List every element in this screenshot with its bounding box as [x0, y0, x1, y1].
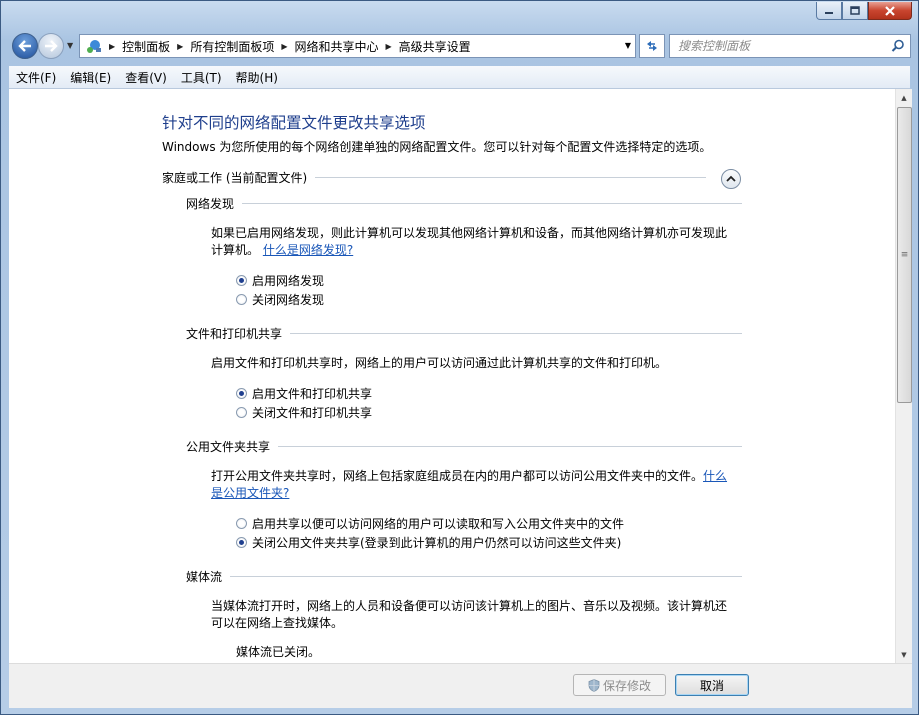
back-arrow-icon — [18, 40, 31, 52]
radio-enable-file-printer[interactable]: 启用文件和打印机共享 — [236, 385, 372, 402]
menu-file[interactable]: 文件(F) — [9, 69, 63, 86]
search-box[interactable] — [669, 34, 911, 58]
close-icon — [885, 5, 895, 16]
menu-bar: 文件(F) 编辑(E) 查看(V) 工具(T) 帮助(H) — [9, 66, 910, 89]
radio-label: 关闭公用文件夹共享(登录到此计算机的用户仍然可以访问这些文件夹) — [252, 536, 622, 550]
media-text-line1: 当媒体流打开时，网络上的人员和设备便可以访问该计算机上的图片、音乐以及视频。该计… — [211, 599, 728, 613]
profile-header[interactable]: 家庭或工作 (当前配置文件) — [162, 169, 742, 186]
breadcrumb-separator-icon[interactable]: ▶ — [281, 42, 287, 51]
section-title: 网络发现 — [186, 197, 235, 211]
vertical-scrollbar[interactable]: ▲ ≡ ▼ — [895, 89, 912, 663]
address-dropdown-icon[interactable]: ▼ — [625, 41, 631, 50]
content-pane: 针对不同的网络配置文件更改共享选项 Windows 为您所使用的每个网络创建单独… — [9, 89, 912, 663]
radio-unselected-icon[interactable] — [236, 407, 247, 418]
scroll-up-icon[interactable]: ▲ — [896, 89, 912, 106]
save-changes-button[interactable]: 保存修改 — [573, 674, 666, 696]
footer-bar: 保存修改 取消 — [9, 663, 912, 708]
discovery-text-line2: 计算机。 — [211, 243, 260, 257]
section-title: 文件和打印机共享 — [186, 327, 283, 341]
radio-disable-discovery[interactable]: 关闭网络发现 — [236, 291, 324, 308]
refresh-button[interactable] — [639, 34, 665, 58]
divider — [315, 177, 706, 178]
radio-selected-icon[interactable] — [236, 388, 247, 399]
media-text-line2: 可以在网络上查找媒体。 — [211, 616, 344, 630]
breadcrumb-separator-icon[interactable]: ▶ — [386, 42, 392, 51]
search-input[interactable] — [678, 36, 888, 56]
forward-arrow-icon — [45, 40, 58, 52]
section-media-streaming: 媒体流 — [186, 568, 742, 585]
menu-help[interactable]: 帮助(H) — [229, 69, 285, 86]
page-title: 针对不同的网络配置文件更改共享选项 — [162, 114, 426, 132]
menu-tools[interactable]: 工具(T) — [174, 69, 229, 86]
radio-label: 启用文件和打印机共享 — [252, 387, 373, 401]
address-bar[interactable]: ▶ 控制面板 ▶ 所有控制面板项 ▶ 网络和共享中心 ▶ 高级共享设置 ▼ — [79, 34, 636, 58]
maximize-icon — [850, 6, 860, 15]
section-network-discovery: 网络发现 — [186, 195, 742, 212]
cancel-button[interactable]: 取消 — [675, 674, 749, 696]
breadcrumb-control-panel[interactable]: 控制面板 — [122, 38, 170, 55]
breadcrumb-separator-icon[interactable]: ▶ — [177, 42, 183, 51]
radio-label: 关闭网络发现 — [252, 293, 325, 307]
radio-selected-icon[interactable] — [236, 537, 247, 548]
forward-button[interactable] — [38, 33, 64, 59]
file-printer-description: 启用文件和打印机共享时，网络上的用户可以访问通过此计算机共享的文件和打印机。 — [211, 356, 668, 370]
scroll-down-icon[interactable]: ▼ — [896, 646, 912, 663]
minimize-button[interactable] — [816, 2, 842, 20]
radio-enable-public-folder[interactable]: 启用共享以便可以访问网络的用户可以读取和写入公用文件夹中的文件 — [236, 515, 624, 532]
search-icon[interactable] — [891, 39, 905, 56]
breadcrumb-network-center[interactable]: 网络和共享中心 — [295, 38, 379, 55]
network-icon — [86, 38, 102, 54]
breadcrumb-all-items[interactable]: 所有控制面板项 — [190, 38, 274, 55]
radio-label: 启用共享以便可以访问网络的用户可以读取和写入公用文件夹中的文件 — [252, 517, 625, 531]
minimize-icon — [825, 11, 833, 14]
discovery-text-line1: 如果已启用网络发现，则此计算机可以发现其他网络计算机和设备，而其他网络计算机亦可… — [211, 226, 728, 240]
uac-shield-icon — [588, 678, 600, 692]
recent-pages-dropdown[interactable]: ▼ — [67, 41, 73, 50]
page-description: Windows 为您所使用的每个网络创建单独的网络配置文件。您可以针对每个配置文… — [162, 140, 712, 154]
public-folder-description: 打开公用文件夹共享时，网络上包括家庭组成员在内的用户都可以访问公用文件夹中的文件… — [211, 468, 736, 502]
section-file-printer-sharing: 文件和打印机共享 — [186, 325, 742, 342]
close-button[interactable] — [868, 2, 912, 20]
maximize-button[interactable] — [842, 2, 868, 20]
chevron-up-icon — [726, 175, 736, 182]
title-bar — [1, 1, 918, 29]
section-public-folder-sharing: 公用文件夹共享 — [186, 438, 742, 455]
divider — [278, 446, 742, 447]
radio-label: 启用网络发现 — [252, 274, 325, 288]
section-title: 公用文件夹共享 — [186, 440, 271, 454]
radio-label: 关闭文件和打印机共享 — [252, 406, 373, 420]
section-title: 媒体流 — [186, 570, 223, 584]
save-button-label: 保存修改 — [602, 678, 651, 693]
radio-disable-public-folder[interactable]: 关闭公用文件夹共享(登录到此计算机的用户仍然可以访问这些文件夹) — [236, 534, 621, 551]
radio-selected-icon[interactable] — [236, 275, 247, 286]
profile-header-label: 家庭或工作 (当前配置文件) — [162, 171, 308, 185]
divider — [230, 576, 742, 577]
what-is-public-folder-link[interactable]: 什么 — [703, 469, 727, 483]
radio-enable-discovery[interactable]: 启用网络发现 — [236, 272, 324, 289]
radio-disable-file-printer[interactable]: 关闭文件和打印机共享 — [236, 404, 372, 421]
refresh-icon — [647, 41, 657, 51]
radio-unselected-icon[interactable] — [236, 518, 247, 529]
collapse-profile-button[interactable] — [721, 169, 741, 189]
radio-unselected-icon[interactable] — [236, 294, 247, 305]
media-description: 当媒体流打开时，网络上的人员和设备便可以访问该计算机上的图片、音乐以及视频。该计… — [211, 598, 736, 632]
scroll-thumb[interactable]: ≡ — [897, 107, 912, 403]
breadcrumb-separator-icon[interactable]: ▶ — [109, 42, 115, 51]
menu-edit[interactable]: 编辑(E) — [63, 69, 118, 86]
divider — [290, 333, 742, 334]
menu-view[interactable]: 查看(V) — [118, 69, 174, 86]
what-is-network-discovery-link[interactable]: 什么是网络发现? — [263, 243, 353, 257]
public-folder-text: 打开公用文件夹共享时，网络上包括家庭组成员在内的用户都可以访问公用文件夹中的文件… — [211, 469, 704, 483]
what-is-public-folder-link-cont[interactable]: 是公用文件夹? — [211, 486, 289, 500]
media-status: 媒体流已关闭。 — [236, 645, 321, 659]
window: ▼ ▶ 控制面板 ▶ 所有控制面板项 ▶ 网络和共享中心 ▶ 高级共享设置 ▼ … — [0, 0, 919, 715]
back-button[interactable] — [12, 33, 38, 59]
discovery-description: 如果已启用网络发现，则此计算机可以发现其他网络计算机和设备，而其他网络计算机亦可… — [211, 225, 736, 259]
breadcrumb-advanced-sharing[interactable]: 高级共享设置 — [399, 38, 471, 55]
navigation-bar: ▼ ▶ 控制面板 ▶ 所有控制面板项 ▶ 网络和共享中心 ▶ 高级共享设置 ▼ — [9, 33, 911, 61]
divider — [242, 203, 742, 204]
